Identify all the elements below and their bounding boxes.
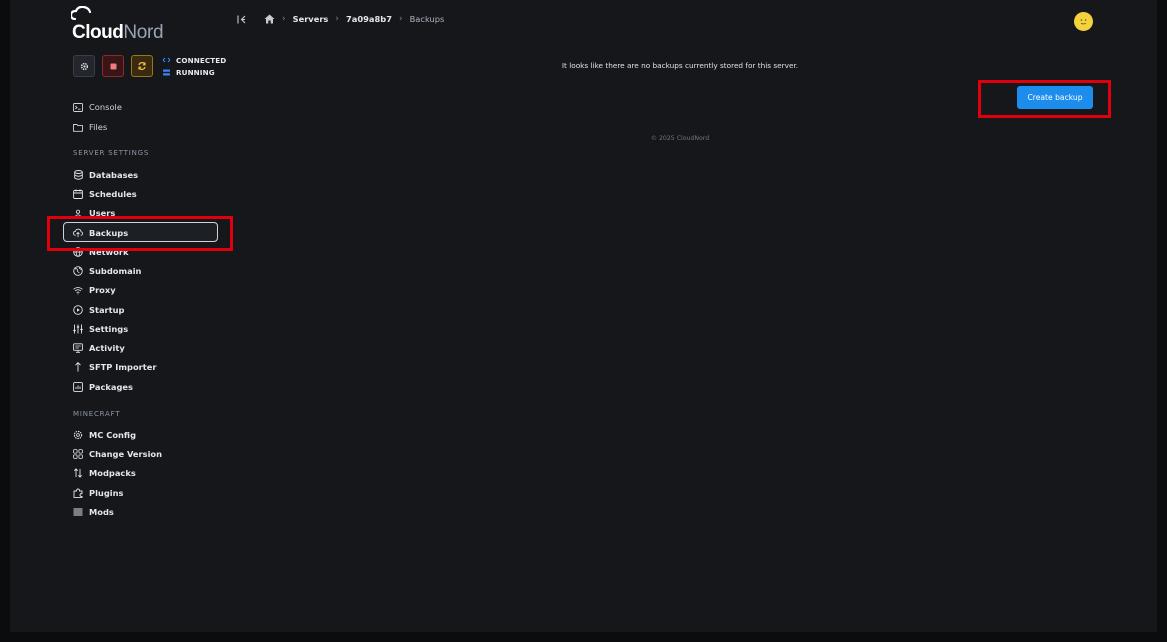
sidebar-item-label: SFTP Importer — [89, 362, 157, 372]
globe-icon — [73, 247, 83, 257]
sort-arrows-icon — [73, 468, 83, 478]
connection-status: CONNECTED — [162, 56, 226, 65]
cog-icon — [73, 430, 83, 440]
breadcrumb-current-page: Backups — [409, 14, 445, 24]
breadcrumb: › Servers › 7a09a8b7 › Backups — [237, 14, 444, 24]
sidebar-item-files[interactable]: Files — [73, 118, 107, 136]
brand-name-bold: Cloud — [72, 22, 124, 43]
puzzle-icon — [73, 488, 83, 498]
sidebar-item-databases[interactable]: Databases — [73, 166, 138, 184]
server-controls: CONNECTED RUNNING — [73, 55, 226, 77]
connection-icon — [162, 57, 171, 63]
world-icon — [73, 266, 83, 276]
wifi-icon — [73, 285, 83, 295]
empty-backups-message: It looks like there are no backups curre… — [561, 61, 799, 70]
app-frame — [10, 0, 1157, 632]
brand-name-light: Nord — [123, 22, 164, 43]
sidebar-item-startup[interactable]: Startup — [73, 301, 124, 319]
sidebar-item-proxy[interactable]: Proxy — [73, 281, 116, 299]
sidebar-item-sftp-importer[interactable]: SFTP Importer — [73, 358, 156, 376]
sidebar-item-label: Change Version — [89, 449, 163, 459]
sidebar-item-settings[interactable]: Settings — [73, 320, 128, 338]
play-circle-icon — [73, 305, 83, 315]
package-icon — [73, 382, 83, 392]
sliders-icon — [73, 324, 83, 334]
sidebar-item-activity[interactable]: Activity — [73, 339, 125, 357]
power-status-text: RUNNING — [176, 67, 215, 77]
sidebar-item-modpacks[interactable]: Modpacks — [73, 464, 136, 482]
sidebar-item-label: Subdomain — [89, 266, 142, 276]
sidebar-item-label: Proxy — [89, 285, 116, 295]
connection-status-text: CONNECTED — [176, 55, 227, 65]
sidebar-item-label: Files — [89, 122, 108, 132]
menu-lines-icon — [73, 507, 83, 517]
sidebar-item-mc-config[interactable]: MC Config — [73, 426, 136, 444]
sidebar-item-label: Backups — [89, 228, 129, 238]
sidebar-item-label: Console — [89, 102, 122, 112]
sidebar-item-label: Modpacks — [89, 468, 136, 478]
cloud-logo-icon — [71, 6, 92, 20]
sidebar-item-label: Packages — [89, 382, 133, 392]
create-backup-button[interactable]: Create backup — [1017, 86, 1093, 109]
database-icon — [73, 170, 83, 180]
collapse-sidebar-icon[interactable] — [237, 15, 246, 24]
sidebar-item-plugins[interactable]: Plugins — [73, 484, 123, 502]
user-avatar[interactable] — [1074, 12, 1093, 31]
calendar-icon — [73, 189, 83, 199]
sidebar-item-mods[interactable]: Mods — [73, 503, 114, 521]
monitor-icon — [73, 343, 83, 353]
sidebar-item-label: Users — [89, 208, 116, 218]
sidebar-item-change-version[interactable]: Change Version — [73, 445, 162, 463]
sidebar-item-network[interactable]: Network — [73, 243, 129, 261]
home-icon[interactable] — [264, 14, 275, 24]
sidebar-item-label: Startup — [89, 305, 125, 315]
arrow-up-icon — [73, 362, 83, 372]
sidebar-item-label: Databases — [89, 170, 139, 180]
sidebar-item-users[interactable]: Users — [73, 204, 115, 222]
grid-icon — [73, 449, 83, 459]
sidebar-item-label: Schedules — [89, 189, 137, 199]
terminal-icon — [73, 102, 83, 112]
server-stack-icon — [163, 69, 170, 75]
folder-icon — [73, 122, 83, 132]
restart-icon — [138, 62, 146, 70]
stop-icon — [110, 63, 116, 69]
restart-server-button[interactable] — [131, 55, 153, 77]
sidebar-item-label: Network — [89, 247, 129, 257]
stop-server-button[interactable] — [102, 55, 124, 77]
breadcrumb-separator: › — [399, 14, 403, 24]
sidebar-item-packages[interactable]: Packages — [73, 378, 133, 396]
sidebar-item-label: MC Config — [89, 430, 137, 440]
server-status: CONNECTED RUNNING — [162, 56, 226, 77]
sidebar-item-label: Plugins — [89, 488, 124, 498]
users-icon — [73, 208, 83, 218]
sidebar-item-backups[interactable]: Backups — [73, 224, 128, 242]
sidebar-item-label: Activity — [89, 343, 125, 353]
cloud-upload-icon — [73, 228, 83, 238]
section-server-settings: SERVER SETTINGS — [73, 149, 150, 157]
section-minecraft: MINECRAFT — [73, 410, 121, 418]
footer-copyright: © 2025 CloudNord — [650, 135, 710, 142]
gear-icon — [80, 62, 88, 70]
sidebar-item-schedules[interactable]: Schedules — [73, 185, 137, 203]
breadcrumb-separator: › — [282, 14, 286, 24]
sidebar-item-console[interactable]: Console — [73, 98, 122, 116]
breadcrumb-servers[interactable]: Servers — [293, 14, 329, 24]
sidebar-item-subdomain[interactable]: Subdomain — [73, 262, 141, 280]
breadcrumb-separator: › — [335, 14, 339, 24]
server-settings-button[interactable] — [73, 55, 95, 77]
smiley-icon — [1080, 19, 1087, 25]
sidebar-item-label: Settings — [89, 324, 129, 334]
sidebar-item-label: Mods — [89, 507, 114, 517]
brand-logo[interactable]: Cloud Nord — [71, 6, 164, 44]
breadcrumb-server-id[interactable]: 7a09a8b7 — [346, 14, 392, 24]
power-status: RUNNING — [162, 68, 226, 77]
